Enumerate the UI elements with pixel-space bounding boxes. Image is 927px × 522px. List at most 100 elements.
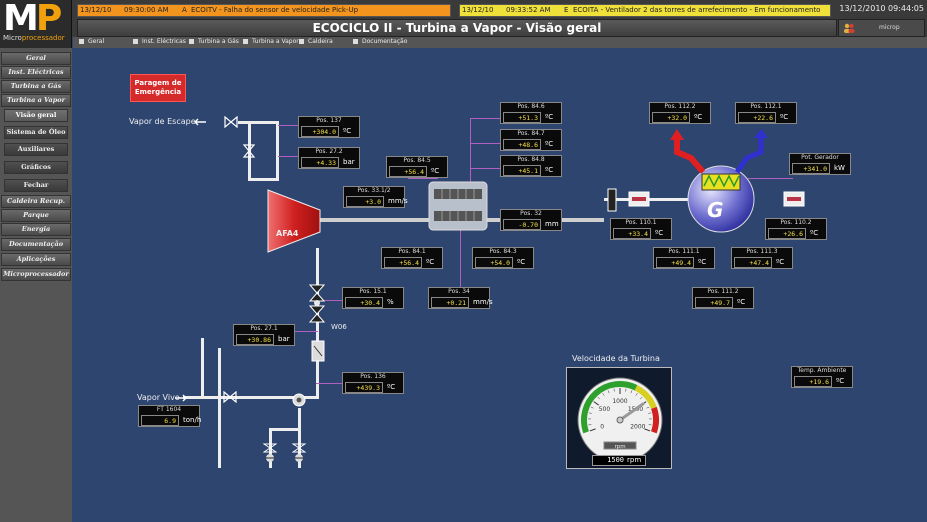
alarm-time: 09:33:52 AM bbox=[506, 6, 551, 14]
sidebar-item-microprocessador[interactable]: Microprocessador bbox=[1, 268, 71, 281]
measurement-pos-137: Pos. 137 +304.0 ºC bbox=[298, 116, 360, 138]
drain-valve-icon[interactable] bbox=[263, 443, 277, 463]
turbine-label: AFA4 bbox=[276, 229, 299, 238]
control-valve-icon[interactable] bbox=[309, 284, 325, 324]
measurement-pos-33-1-2: Pos. 33.1/2 +3.0 mm/s bbox=[343, 186, 408, 208]
clock: 13/12/2010 09:44:05 bbox=[839, 4, 924, 13]
logo: MP Microprocessador bbox=[0, 0, 72, 48]
pipe bbox=[248, 178, 278, 181]
gauge-tick-label: 1000 bbox=[612, 398, 627, 405]
measurement-pos-112-1: Pos. 112.1 +22.6 ºC bbox=[735, 102, 797, 124]
sidebar-item-sistema-oleo[interactable]: Sistema de Óleo bbox=[4, 126, 68, 139]
valve-icon[interactable] bbox=[243, 144, 255, 158]
sidebar-item-fechar[interactable]: Fechar bbox=[4, 179, 68, 192]
measurement-pos-110-1: Pos. 110.1 +33.4 ºC bbox=[610, 218, 672, 240]
turbine-speed-gauge: 0 500 1000 1500 2000 rpm 1500 rpm bbox=[566, 367, 672, 469]
signal-line bbox=[470, 168, 500, 169]
alarm-date: 13/12/10 bbox=[462, 6, 494, 14]
sidebar-item-energia[interactable]: Energia bbox=[1, 223, 71, 236]
signal-line bbox=[460, 228, 461, 288]
arrow-left-icon bbox=[194, 118, 206, 126]
measurement-ft-1604: FT 1604 6.9 ton/h bbox=[138, 405, 201, 427]
pipe bbox=[269, 428, 301, 431]
title-bar: ECOCICLO II - Turbina a Vapor - Visão ge… bbox=[77, 19, 837, 37]
filter-icon[interactable] bbox=[291, 392, 307, 408]
measurement-pos-34: Pos. 34 +0.21 mm/s bbox=[428, 287, 493, 309]
emergency-stop-button[interactable]: Paragem de Emergência bbox=[130, 74, 186, 102]
sidebar-item-turbina-vapor[interactable]: Turbina a Vapor bbox=[1, 94, 71, 107]
alarm-banner-1[interactable]: 13/12/10 09:30:00 AM A ECOITV - Falha do… bbox=[77, 4, 451, 17]
sidebar-item-inst-electricas[interactable]: Inst. Eléctricas bbox=[1, 66, 71, 79]
pipe bbox=[276, 121, 279, 181]
alarm-text: ECOITA - Ventilador 2 das torres de arre… bbox=[573, 6, 821, 14]
turbine-icon[interactable] bbox=[266, 188, 322, 254]
tab-geral[interactable]: Geral bbox=[79, 38, 104, 47]
alarm-banner-2[interactable]: 13/12/10 09:33:52 AM E ECOITA - Ventilad… bbox=[459, 4, 831, 17]
cold-air-arrow-icon bbox=[734, 129, 768, 173]
alarm-state: E bbox=[564, 6, 569, 14]
steam-trap-icon[interactable] bbox=[311, 340, 325, 362]
gauge-tick-label: 500 bbox=[599, 406, 611, 413]
signal-line bbox=[470, 118, 500, 119]
user-panel[interactable]: microp bbox=[838, 19, 925, 37]
speed-value: 1500 bbox=[607, 456, 624, 464]
measurement-pos-32: Pos. 32 -0.70 mm bbox=[500, 209, 562, 231]
gauge-unit: rpm bbox=[614, 444, 625, 450]
gearbox-icon[interactable] bbox=[428, 181, 488, 231]
sidebar-item-geral[interactable]: Geral bbox=[1, 52, 71, 65]
speed-readout: 1500 rpm bbox=[592, 455, 646, 466]
measurement-pos-84-8: Pos. 84.8 +45.1 ºC bbox=[500, 155, 562, 177]
logo-sub-a: Micro bbox=[3, 34, 22, 42]
tab-documentacao[interactable]: Documentação bbox=[353, 38, 407, 47]
tab-caldeira[interactable]: Caldeira bbox=[299, 38, 333, 47]
measurement-pos-136: Pos. 136 +439.3 ºC bbox=[342, 372, 404, 394]
measurement-pos-84-1: Pos. 84.1 +56.4 ºC bbox=[381, 247, 443, 269]
measurement-pos-15-1: Pos. 15.1 +30.4% bbox=[342, 287, 404, 309]
tab-turbina-gas[interactable]: Turbina a Gás bbox=[189, 38, 239, 47]
measurement-pos-27-2: Pos. 27.2 +4.33 bar bbox=[298, 147, 360, 169]
bearing-icon bbox=[783, 191, 805, 207]
measurement-ambient-temp: Temp. Ambiente +19.6 ºC bbox=[791, 366, 853, 388]
measurement-pos-111-1: Pos. 111.1 +49.4 ºC bbox=[653, 247, 715, 269]
measurement-pos-111-3: Pos. 111.3 +47.4 ºC bbox=[731, 247, 793, 269]
valve-icon[interactable] bbox=[224, 116, 238, 128]
logo-sub-b: processador bbox=[21, 34, 65, 42]
pipe bbox=[238, 121, 278, 124]
page-title: ECOCICLO II - Turbina a Vapor - Visão ge… bbox=[312, 21, 602, 35]
sidebar: Geral Inst. Eléctricas Turbina a Gás Tur… bbox=[0, 48, 72, 522]
scada-screen: MP Microprocessador 13/12/10 09:30:00 AM… bbox=[0, 0, 927, 522]
sidebar-item-visao-geral[interactable]: Visão geral bbox=[4, 109, 68, 122]
measurement-pos-84-6: Pos. 84.6 +51.3 ºC bbox=[500, 102, 562, 124]
sidebar-item-auxiliares[interactable]: Auxiliares bbox=[4, 143, 68, 156]
measurement-pos-84-3: Pos. 84.3 +54.0 ºC bbox=[472, 247, 534, 269]
sidebar-item-caldeira-recup[interactable]: Caldeira Recup. bbox=[1, 195, 71, 208]
coupling-icon bbox=[607, 188, 617, 212]
sidebar-item-turbina-gas[interactable]: Turbina a Gás bbox=[1, 80, 71, 93]
synoptic-area: Paragem de Emergência Vapor de Escape Va… bbox=[73, 48, 927, 522]
sidebar-item-aplicacoes[interactable]: Aplicações bbox=[1, 253, 71, 266]
sidebar-item-graficos[interactable]: Gráficos bbox=[4, 161, 68, 174]
measurement-generator-power: Pot. Gerador +341.0 kW bbox=[789, 153, 851, 175]
measurement-pos-84-5: Pos. 84.5 +56.4 ºC bbox=[386, 156, 448, 178]
pipe bbox=[201, 338, 204, 398]
measurement-pos-27-1: Pos. 27.1 +30.86 bar bbox=[233, 324, 295, 346]
valve-tag: W06 bbox=[331, 323, 347, 331]
valve-icon[interactable] bbox=[223, 391, 237, 403]
exhaust-steam-label: Vapor de Escape bbox=[129, 117, 196, 126]
pipe bbox=[218, 348, 221, 468]
sidebar-item-parque[interactable]: Parque bbox=[1, 209, 71, 222]
measurement-pos-111-2: Pos. 111.2 +49.7 ºC bbox=[692, 287, 754, 309]
tab-inst-electricas[interactable]: Inst. Eléctricas bbox=[133, 38, 186, 47]
measurement-pos-112-2: Pos. 112.2 +32.0 ºC bbox=[649, 102, 711, 124]
measurement-pos-110-2: Pos. 110.2 +26.6 ºC bbox=[765, 218, 827, 240]
alarm-state: A bbox=[182, 6, 187, 14]
drain-valve-icon[interactable] bbox=[292, 443, 306, 463]
gauge-tick-label: 0 bbox=[600, 423, 604, 430]
gauge-zone-red bbox=[650, 406, 659, 434]
arrow-right-icon bbox=[175, 394, 187, 402]
signal-line bbox=[278, 156, 298, 157]
tab-turbina-vapor[interactable]: Turbina a Vapor bbox=[243, 38, 299, 47]
sidebar-item-documentacao[interactable]: Documentação bbox=[1, 238, 71, 251]
bearing-icon bbox=[628, 191, 650, 207]
alarm-text: ECOITV - Falha do sensor de velocidade P… bbox=[191, 6, 359, 14]
